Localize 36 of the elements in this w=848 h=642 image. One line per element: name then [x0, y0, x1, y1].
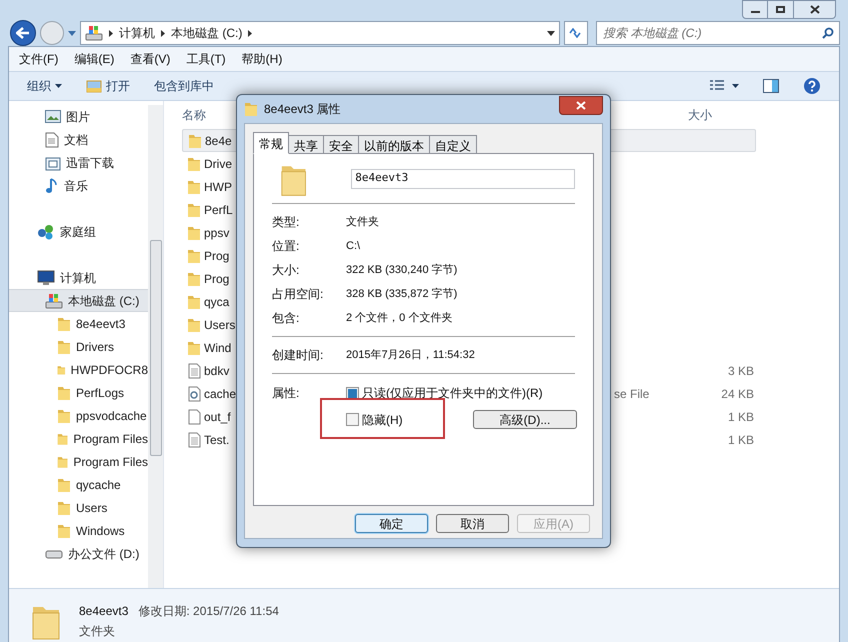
file-name: ppsv — [204, 224, 230, 242]
file-size: 24 KB — [721, 386, 754, 402]
dialog-title: 8e4eevt3 属性 — [264, 101, 341, 118]
property-value: C:\ — [346, 238, 360, 254]
property-label: 创建时间: — [272, 347, 324, 364]
property-value: 2015年7月26日，11:54:32 — [346, 348, 475, 363]
file-name: Wind — [204, 340, 232, 356]
property-label: 占用空间: — [272, 286, 324, 303]
property-label: 包含: — [272, 310, 300, 327]
property-label: 大小: — [272, 262, 300, 279]
file-name: cache — [204, 386, 236, 402]
property-value: 322 KB (330,240 字节) — [346, 262, 458, 278]
file-name: Prog — [204, 270, 230, 288]
file-name: Prog — [204, 248, 230, 264]
file-size: 1 KB — [728, 432, 754, 448]
modified-date: 修改日期: 2015/7/26 11:54 — [138, 602, 279, 620]
property-value: 文件夹 — [346, 214, 379, 230]
file-size: 3 KB — [728, 362, 754, 380]
property-label: 位置: — [272, 238, 300, 255]
property-value: 328 KB (335,872 字节) — [346, 286, 458, 302]
file-type: se File — [614, 386, 650, 402]
file-name: Users — [204, 316, 236, 334]
property-label: 类型: — [272, 214, 300, 231]
item-name: 8e4eevt3 — [79, 602, 128, 620]
file-name: 8e4e — [205, 132, 232, 150]
item-type: 文件夹 — [79, 622, 116, 640]
file-name: qyca — [204, 294, 230, 310]
file-name: Test. — [204, 432, 230, 448]
property-value: 2 个文件，0 个文件夹 — [346, 310, 452, 326]
property-label: 属性: — [272, 385, 300, 402]
file-name: PerfL — [204, 202, 233, 218]
file-name: out_f — [204, 408, 231, 426]
file-name: HWP — [204, 178, 232, 196]
file-size: 1 KB — [728, 408, 754, 426]
file-name: bdkv — [204, 362, 230, 380]
file-name: Drive — [204, 156, 232, 172]
